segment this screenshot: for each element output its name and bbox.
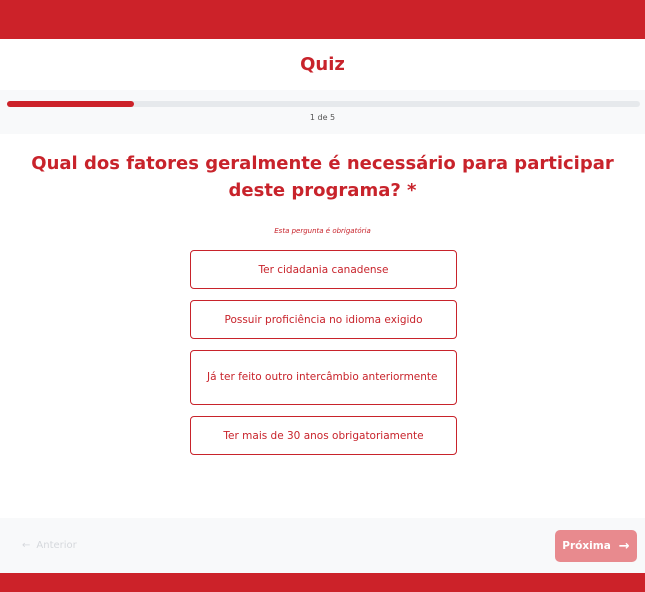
progress-fill <box>7 101 134 107</box>
previous-button[interactable]: ← Anterior <box>22 540 77 551</box>
progress-label: 1 de 5 <box>309 113 336 122</box>
next-button[interactable]: Próxima → <box>555 530 637 562</box>
option-3[interactable]: Já ter feito outro intercâmbio anteriorm… <box>190 350 457 405</box>
progress-section: 1 de 5 <box>0 90 645 134</box>
bottom-banner <box>0 573 645 592</box>
previous-label: Anterior <box>36 540 77 551</box>
progress-bar <box>7 101 640 107</box>
option-1[interactable]: Ter cidadania canadense <box>190 250 457 289</box>
required-note: Esta pergunta é obrigatória <box>274 227 371 235</box>
arrow-right-icon: → <box>618 538 630 554</box>
option-4[interactable]: Ter mais de 30 anos obrigatoriamente <box>190 416 457 455</box>
footer-nav: ← Anterior Próxima → <box>0 518 645 573</box>
arrow-left-icon: ← <box>22 540 31 551</box>
question-text: Qual dos fatores geralmente é necessário… <box>31 153 614 201</box>
header: Quiz <box>0 39 645 90</box>
page-title: Quiz <box>300 54 345 75</box>
top-banner <box>0 0 645 39</box>
next-label: Próxima <box>562 540 611 552</box>
option-2[interactable]: Possuir proficiência no idioma exigido <box>190 300 457 339</box>
